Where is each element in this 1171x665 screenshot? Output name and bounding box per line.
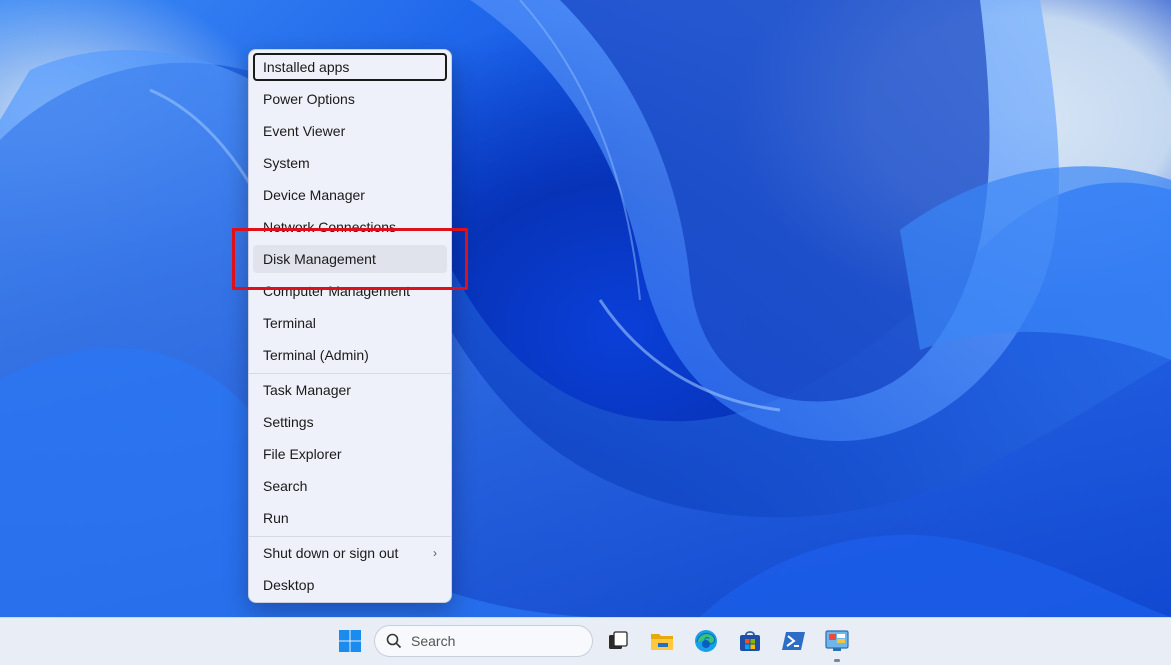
menu-item-file-explorer[interactable]: File Explorer bbox=[253, 440, 447, 468]
menu-item-device-manager[interactable]: Device Manager bbox=[253, 181, 447, 209]
microsoft-store-icon[interactable] bbox=[737, 628, 763, 654]
running-app-indicator bbox=[834, 659, 840, 662]
control-panel-icon[interactable] bbox=[824, 628, 850, 654]
file-explorer-icon[interactable] bbox=[649, 628, 675, 654]
task-view-icon[interactable] bbox=[605, 628, 631, 654]
taskbar: Search bbox=[0, 617, 1171, 665]
chevron-right-icon: › bbox=[433, 546, 437, 560]
menu-item-desktop[interactable]: Desktop bbox=[253, 571, 447, 599]
desktop-wallpaper bbox=[0, 0, 1171, 617]
annotation-highlight-box bbox=[232, 228, 468, 290]
search-placeholder: Search bbox=[411, 633, 456, 649]
powershell-icon[interactable] bbox=[781, 628, 807, 654]
menu-item-run[interactable]: Run bbox=[253, 504, 447, 532]
menu-separator bbox=[249, 536, 451, 537]
search-icon bbox=[386, 633, 402, 649]
menu-item-shut-down-or-sign-out[interactable]: Shut down or sign out › bbox=[253, 539, 447, 567]
menu-separator bbox=[249, 373, 451, 374]
menu-item-event-viewer[interactable]: Event Viewer bbox=[253, 117, 447, 145]
menu-item-search[interactable]: Search bbox=[253, 472, 447, 500]
taskbar-search-box[interactable]: Search bbox=[374, 625, 593, 657]
menu-item-terminal-admin[interactable]: Terminal (Admin) bbox=[253, 341, 447, 369]
winx-context-menu: Installed apps Power Options Event Viewe… bbox=[248, 49, 452, 603]
menu-item-installed-apps[interactable]: Installed apps bbox=[253, 53, 447, 81]
menu-item-power-options[interactable]: Power Options bbox=[253, 85, 447, 113]
wallpaper-bloom-art bbox=[0, 0, 1171, 617]
edge-browser-icon[interactable] bbox=[693, 628, 719, 654]
menu-item-system[interactable]: System bbox=[253, 149, 447, 177]
menu-item-task-manager[interactable]: Task Manager bbox=[253, 376, 447, 404]
menu-item-terminal[interactable]: Terminal bbox=[253, 309, 447, 337]
windows-start-icon[interactable] bbox=[337, 628, 363, 654]
menu-item-settings[interactable]: Settings bbox=[253, 408, 447, 436]
menu-item-label: Shut down or sign out bbox=[263, 545, 399, 561]
